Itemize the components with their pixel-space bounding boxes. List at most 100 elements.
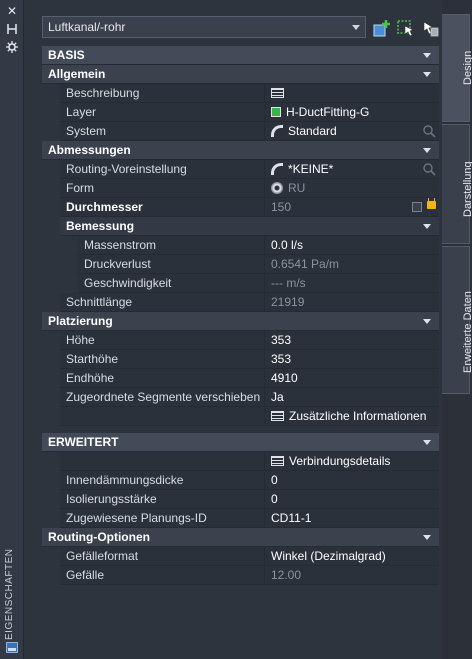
prop-gefaelleformat[interactable]: Gefälleformat Winkel (Dezimalgrad)	[42, 547, 439, 566]
prop-value-text: 0	[271, 492, 278, 506]
section-bemessung[interactable]: Bemessung	[42, 217, 439, 236]
prop-value-text: --- m/s	[271, 276, 306, 290]
section-label: Platzierung	[48, 314, 113, 328]
search-icon[interactable]	[422, 162, 437, 177]
prop-massenstrom[interactable]: Massenstrom 0.0 l/s	[42, 236, 439, 255]
property-tabs: Design Darstellung Erweiterte Daten	[442, 0, 472, 659]
search-icon[interactable]	[422, 124, 437, 139]
prop-schnittlaenge[interactable]: Schnittlänge 21919	[42, 293, 439, 312]
prop-geschwindigkeit[interactable]: Geschwindigkeit --- m/s	[42, 274, 439, 293]
tab-label: Design	[462, 50, 472, 85]
prop-value-text: 150	[271, 200, 292, 214]
prop-druckverlust[interactable]: Druckverlust 0.6541 Pa/m	[42, 255, 439, 274]
palette-title-strip: ✕ EIGENSCHAFTEN	[0, 0, 24, 659]
calculator-icon[interactable]	[412, 202, 422, 212]
chevron-down-icon	[423, 72, 431, 77]
tab-design[interactable]: Design	[442, 14, 472, 122]
round-shape-icon	[271, 181, 283, 194]
tab-darstellung[interactable]: Darstellung	[442, 124, 472, 244]
section-routing-optionen[interactable]: Routing-Optionen	[42, 528, 439, 547]
section-label: Allgemein	[48, 67, 106, 81]
prop-hoehe[interactable]: Höhe 353	[42, 331, 439, 350]
prop-value-text: Standard	[288, 124, 337, 138]
prop-layer[interactable]: Layer H-DuctFitting-G	[42, 103, 439, 122]
prop-isolierungsstaerke[interactable]: Isolierungsstärke 0	[42, 490, 439, 509]
property-grid: BASIS Allgemein Beschreibung Layer H-Duc…	[42, 46, 439, 585]
prop-value[interactable]: 0.0 l/s	[265, 236, 439, 255]
prop-segmente-verschieben[interactable]: Zugeordnete Segmente verschieben Ja	[42, 388, 439, 407]
palette-title: EIGENSCHAFTEN	[4, 548, 15, 640]
prop-value[interactable]: 0	[265, 471, 439, 490]
prop-label: Innendämmungsdicke	[42, 471, 265, 490]
section-platzierung[interactable]: Platzierung	[42, 312, 439, 331]
prop-label: Endhöhe	[42, 369, 265, 388]
prop-label: Beschreibung	[42, 84, 265, 103]
prop-label: Gefälle	[42, 566, 265, 585]
prop-system[interactable]: System Standard	[42, 122, 439, 141]
select-objects-icon[interactable]	[420, 18, 440, 38]
prop-zusaetzliche-informationen[interactable]: Zusätzliche Informationen	[42, 407, 439, 426]
prop-value[interactable]: CD11-1	[265, 509, 439, 528]
tab-erweiterte-daten[interactable]: Erweiterte Daten	[442, 246, 472, 394]
prop-value[interactable]: H-DuctFitting-G	[265, 103, 439, 122]
prop-form[interactable]: Form RU	[42, 179, 439, 198]
chevron-down-icon	[423, 319, 431, 324]
prop-beschreibung[interactable]: Beschreibung	[42, 84, 439, 103]
prop-label: Routing-Voreinstellung	[42, 160, 265, 179]
settings-gear-icon[interactable]	[5, 40, 19, 54]
close-icon[interactable]: ✕	[5, 4, 19, 18]
object-type-value: Luftkanal/-rohr	[48, 20, 126, 34]
prop-value[interactable]: Standard	[265, 122, 439, 141]
prop-verbindungsdetails[interactable]: Verbindungsdetails	[42, 452, 439, 471]
prop-value[interactable]	[265, 84, 439, 103]
add-selection-icon[interactable]	[372, 18, 392, 38]
prop-value[interactable]: 353	[265, 331, 439, 350]
prop-value[interactable]: Ja	[265, 388, 439, 407]
section-label: BASIS	[48, 48, 85, 62]
toolbar: Luftkanal/-rohr	[24, 0, 442, 42]
prop-starthoehe[interactable]: Starthöhe 353	[42, 350, 439, 369]
prop-value-text: 4910	[271, 371, 298, 385]
prop-value[interactable]: 0	[265, 490, 439, 509]
table-icon	[271, 455, 284, 466]
prop-label: Gefälleformat	[42, 547, 265, 566]
palette-menu-icon[interactable]	[6, 642, 18, 653]
prop-label: Zugeordnete Segmente verschieben	[42, 388, 265, 407]
prop-value: --- m/s	[265, 274, 439, 293]
prop-value-text: 353	[271, 333, 292, 347]
prop-label: Geschwindigkeit	[42, 274, 265, 293]
properties-panel: Luftkanal/-rohr BASIS Allgemein Beschrei…	[24, 0, 442, 659]
prop-endhoehe[interactable]: Endhöhe 4910	[42, 369, 439, 388]
prop-value[interactable]: Winkel (Dezimalgrad)	[265, 547, 439, 566]
tab-label: Darstellung	[462, 161, 472, 217]
autohide-icon[interactable]	[5, 22, 19, 36]
chevron-down-icon	[352, 25, 360, 30]
quick-select-icon[interactable]	[396, 18, 416, 38]
prop-value: RU	[265, 179, 439, 198]
prop-label	[42, 407, 265, 426]
prop-planungs-id[interactable]: Zugewiesene Planungs-ID CD11-1	[42, 509, 439, 528]
section-label: Bemessung	[66, 219, 135, 233]
prop-routing-voreinstellung[interactable]: Routing-Voreinstellung *KEINE*	[42, 160, 439, 179]
prop-innendaemmungsdicke[interactable]: Innendämmungsdicke 0	[42, 471, 439, 490]
prop-value-text: Winkel (Dezimalgrad)	[271, 549, 386, 563]
prop-label: Starthöhe	[42, 350, 265, 369]
prop-label: Massenstrom	[42, 236, 265, 255]
section-erweitert[interactable]: ERWEITERT	[42, 433, 439, 452]
object-type-select[interactable]: Luftkanal/-rohr	[42, 16, 366, 38]
table-icon	[271, 410, 284, 421]
section-abmessungen[interactable]: Abmessungen	[42, 141, 439, 160]
prop-value[interactable]: 4910	[265, 369, 439, 388]
prop-gefaelle[interactable]: Gefälle 12.00	[42, 566, 439, 585]
prop-value[interactable]: 353	[265, 350, 439, 369]
lock-icon[interactable]	[427, 198, 436, 209]
prop-value-text: 353	[271, 352, 292, 366]
connection-details-button[interactable]: Verbindungsdetails	[265, 452, 439, 471]
prop-durchmesser[interactable]: Durchmesser 150	[42, 198, 439, 217]
prop-label: Druckverlust	[42, 255, 265, 274]
prop-value[interactable]: *KEINE*	[265, 160, 439, 179]
prop-value-text: *KEINE*	[288, 162, 334, 176]
section-allgemein[interactable]: Allgemein	[42, 65, 439, 84]
section-basis[interactable]: BASIS	[42, 46, 439, 65]
additional-info-button[interactable]: Zusätzliche Informationen	[265, 407, 439, 426]
